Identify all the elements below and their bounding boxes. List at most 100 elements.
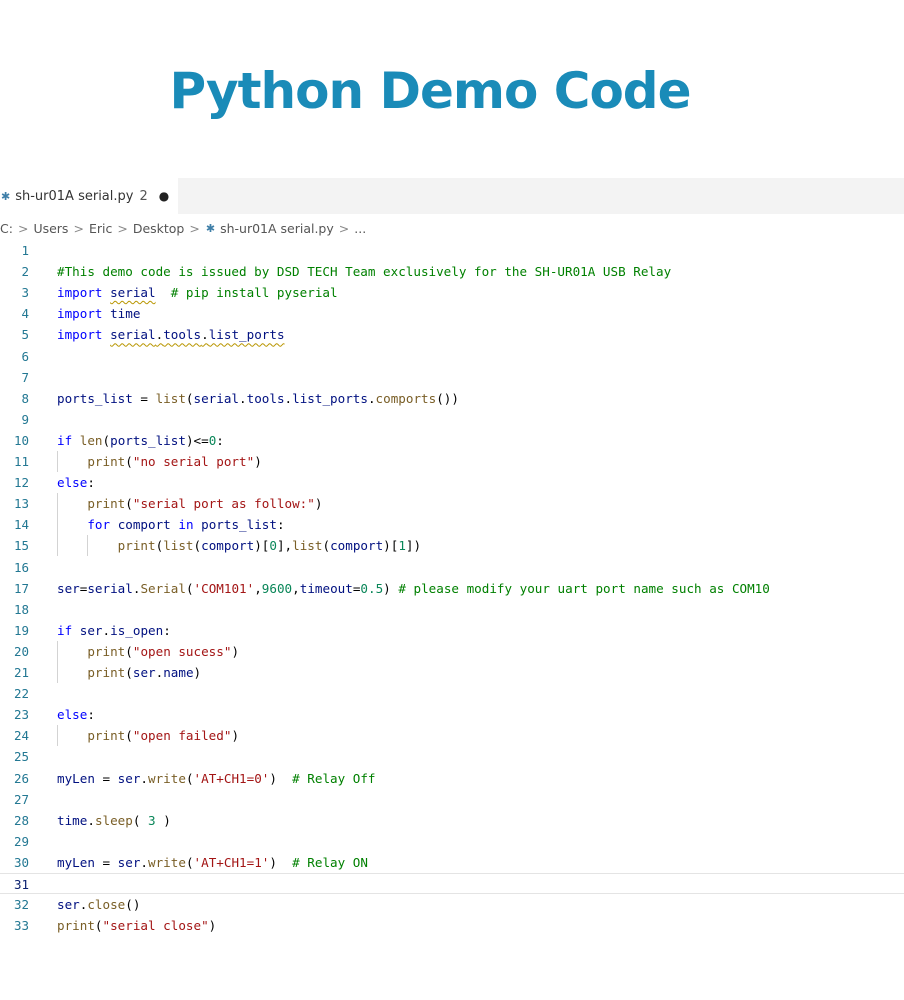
line-number: 9: [21, 411, 29, 427]
code-line[interactable]: 9: [0, 409, 904, 430]
editor-tab[interactable]: ✱ sh-ur01A serial.py 2 ●: [0, 178, 178, 214]
breadcrumb-item[interactable]: Users: [33, 221, 68, 236]
python-file-icon: ✱: [1, 189, 11, 203]
line-number: 10: [13, 432, 29, 448]
line-number: 30: [13, 854, 29, 870]
breadcrumb-item[interactable]: Eric: [89, 221, 112, 236]
code-text: print(list(comport)[0],list(comport)[1]): [117, 538, 422, 554]
editor-tab-bar: ✱ sh-ur01A serial.py 2 ●: [0, 178, 904, 214]
code-text: import serial # pip install pyserial: [57, 285, 338, 301]
line-number: 1: [21, 243, 29, 258]
code-text: ser=serial.Serial('COM101',9600,timeout=…: [57, 580, 770, 596]
code-text: ports_list = list(serial.tools.list_port…: [57, 390, 459, 406]
code-line[interactable]: 26 myLen = ser.write('AT+CH1=0') # Relay …: [0, 768, 904, 789]
line-number: 33: [13, 918, 29, 934]
code-text: else:: [57, 707, 95, 723]
line-number: 19: [13, 622, 29, 638]
line-number: 25: [13, 749, 29, 765]
code-line[interactable]: 30 myLen = ser.write('AT+CH1=1') # Relay …: [0, 852, 904, 873]
code-line[interactable]: 6: [0, 346, 904, 367]
line-number: 26: [13, 770, 29, 786]
chevron-right-icon: >: [17, 220, 29, 236]
code-editor[interactable]: 1 2 #This demo code is issued by DSD TECH …: [0, 240, 904, 940]
code-text: import time: [57, 306, 141, 322]
line-number: 5: [21, 327, 29, 343]
page-title: Python Demo Code: [169, 62, 691, 120]
code-line[interactable]: 2 #This demo code is issued by DSD TECH T…: [0, 261, 904, 282]
code-line[interactable]: 21 print(ser.name): [0, 662, 904, 683]
code-line[interactable]: 8 ports_list = list(serial.tools.list_por…: [0, 388, 904, 409]
code-text: myLen = ser.write('AT+CH1=0') # Relay Of…: [57, 770, 376, 786]
code-line[interactable]: 32 ser.close(): [0, 894, 904, 915]
code-text: if len(ports_list)<=0:: [57, 432, 224, 448]
code-line[interactable]: 16: [0, 557, 904, 578]
line-number: 4: [21, 306, 29, 322]
line-number: 7: [21, 369, 29, 385]
code-line[interactable]: 19 if ser.is_open:: [0, 620, 904, 641]
breadcrumb-item[interactable]: Desktop: [133, 221, 185, 236]
code-text: else:: [57, 475, 95, 491]
code-text: for comport in ports_list:: [87, 517, 285, 533]
code-text: print("open sucess"): [87, 643, 240, 659]
line-number: 17: [13, 580, 29, 596]
code-line[interactable]: 15 print(list(comport)[0],list(comport)[…: [0, 535, 904, 557]
line-number: 14: [13, 517, 29, 533]
python-file-icon: ✱: [205, 221, 216, 235]
code-line[interactable]: 31: [0, 873, 904, 894]
unsaved-dot-icon[interactable]: ●: [159, 189, 169, 203]
code-line[interactable]: 13 print("serial port as follow:"): [0, 493, 904, 515]
code-line[interactable]: 28 time.sleep( 3 ): [0, 810, 904, 831]
code-text: import serial.tools.list_ports: [57, 327, 285, 343]
code-line[interactable]: 33 print("serial close"): [0, 915, 904, 936]
breadcrumb-item[interactable]: sh-ur01A serial.py: [220, 221, 334, 236]
code-text: print("open failed"): [87, 728, 240, 744]
line-number: 31: [13, 877, 29, 892]
breadcrumb: C: > Users > Eric > Desktop > ✱ sh-ur01A serial.p…: [0, 217, 366, 239]
line-number: 6: [21, 348, 29, 364]
line-number: 23: [13, 707, 29, 723]
code-text: ser.close(): [57, 897, 141, 913]
problem-count-badge: 2: [139, 188, 148, 204]
code-line[interactable]: 17 ser=serial.Serial('COM101',9600,timeou…: [0, 578, 904, 599]
line-number: 3: [21, 285, 29, 301]
code-line[interactable]: 27: [0, 789, 904, 810]
line-number: 13: [13, 496, 29, 512]
code-text: print(ser.name): [87, 665, 202, 680]
chevron-right-icon: >: [73, 220, 84, 236]
code-text: print("serial close"): [57, 918, 217, 934]
line-number: 8: [21, 390, 29, 406]
breadcrumb-item[interactable]: ...: [354, 221, 366, 236]
code-line[interactable]: 5 import serial.tools.list_ports: [0, 324, 904, 345]
breadcrumb-item[interactable]: C:: [0, 221, 13, 236]
code-text: print("no serial port"): [87, 454, 262, 469]
line-number: 24: [13, 728, 29, 744]
code-line[interactable]: 3 import serial # pip install pyserial: [0, 282, 904, 303]
code-line[interactable]: 4 import time: [0, 303, 904, 324]
code-line[interactable]: 10 if len(ports_list)<=0:: [0, 430, 904, 451]
line-number: 21: [13, 665, 29, 680]
line-number: 32: [13, 897, 29, 913]
chevron-right-icon: >: [117, 220, 128, 236]
code-line[interactable]: 23 else:: [0, 704, 904, 725]
code-text: time.sleep( 3 ): [57, 812, 171, 828]
code-text: print("serial port as follow:"): [87, 496, 323, 512]
line-number: 16: [13, 559, 29, 575]
line-number: 22: [13, 686, 29, 702]
line-number: 20: [13, 643, 29, 659]
code-line[interactable]: 1: [0, 240, 904, 261]
code-line[interactable]: 22: [0, 683, 904, 704]
code-text: myLen = ser.write('AT+CH1=1') # Relay ON: [57, 854, 368, 870]
code-line[interactable]: 25: [0, 746, 904, 767]
code-line[interactable]: 11 print("no serial port"): [0, 451, 904, 472]
code-line[interactable]: 12 else:: [0, 472, 904, 493]
chevron-right-icon: >: [338, 220, 350, 236]
code-line[interactable]: 29: [0, 831, 904, 852]
line-number: 27: [13, 791, 29, 807]
code-line[interactable]: 14 for comport in ports_list:: [0, 514, 904, 536]
code-text: #This demo code is issued by DSD TECH Te…: [57, 264, 672, 280]
code-line[interactable]: 20 print("open sucess"): [0, 640, 904, 662]
code-line[interactable]: 7: [0, 367, 904, 388]
code-line[interactable]: 24 print("open failed"): [0, 725, 904, 747]
code-line[interactable]: 18: [0, 599, 904, 620]
line-number: 28: [13, 812, 29, 828]
